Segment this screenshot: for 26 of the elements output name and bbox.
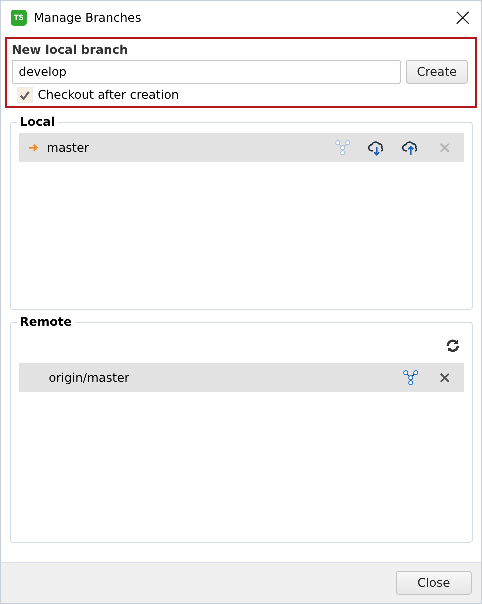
- cloud-upload-icon: [402, 140, 420, 156]
- branch-row[interactable]: origin/master: [19, 363, 464, 392]
- group-title: Remote: [17, 315, 76, 329]
- group-title: Local: [17, 115, 58, 129]
- cloud-download-icon: [368, 140, 386, 156]
- branch-graph-icon: [403, 370, 419, 386]
- window-title: Manage Branches: [34, 10, 142, 24]
- section-label: New local branch: [12, 43, 130, 57]
- create-button[interactable]: Create: [406, 60, 468, 84]
- close-button[interactable]: [455, 10, 471, 26]
- close-icon: [440, 372, 450, 382]
- branch-graph-icon: [335, 140, 351, 156]
- close-dialog-button[interactable]: Close: [396, 571, 472, 595]
- close-icon: [440, 142, 450, 152]
- pull-button[interactable]: [368, 138, 386, 156]
- refresh-icon: [446, 339, 460, 353]
- push-button[interactable]: [402, 138, 420, 156]
- branch-row[interactable]: master: [19, 133, 464, 162]
- checkbox[interactable]: [17, 87, 33, 103]
- refresh-button[interactable]: [444, 337, 462, 355]
- merge-button[interactable]: [402, 368, 420, 386]
- checkmark-icon: [20, 90, 30, 100]
- branch-name-field[interactable]: develop: [12, 60, 402, 84]
- checkbox-label: Checkout after creation: [38, 88, 180, 102]
- branch-name: master: [47, 140, 90, 154]
- branch-name: origin/master: [48, 370, 131, 384]
